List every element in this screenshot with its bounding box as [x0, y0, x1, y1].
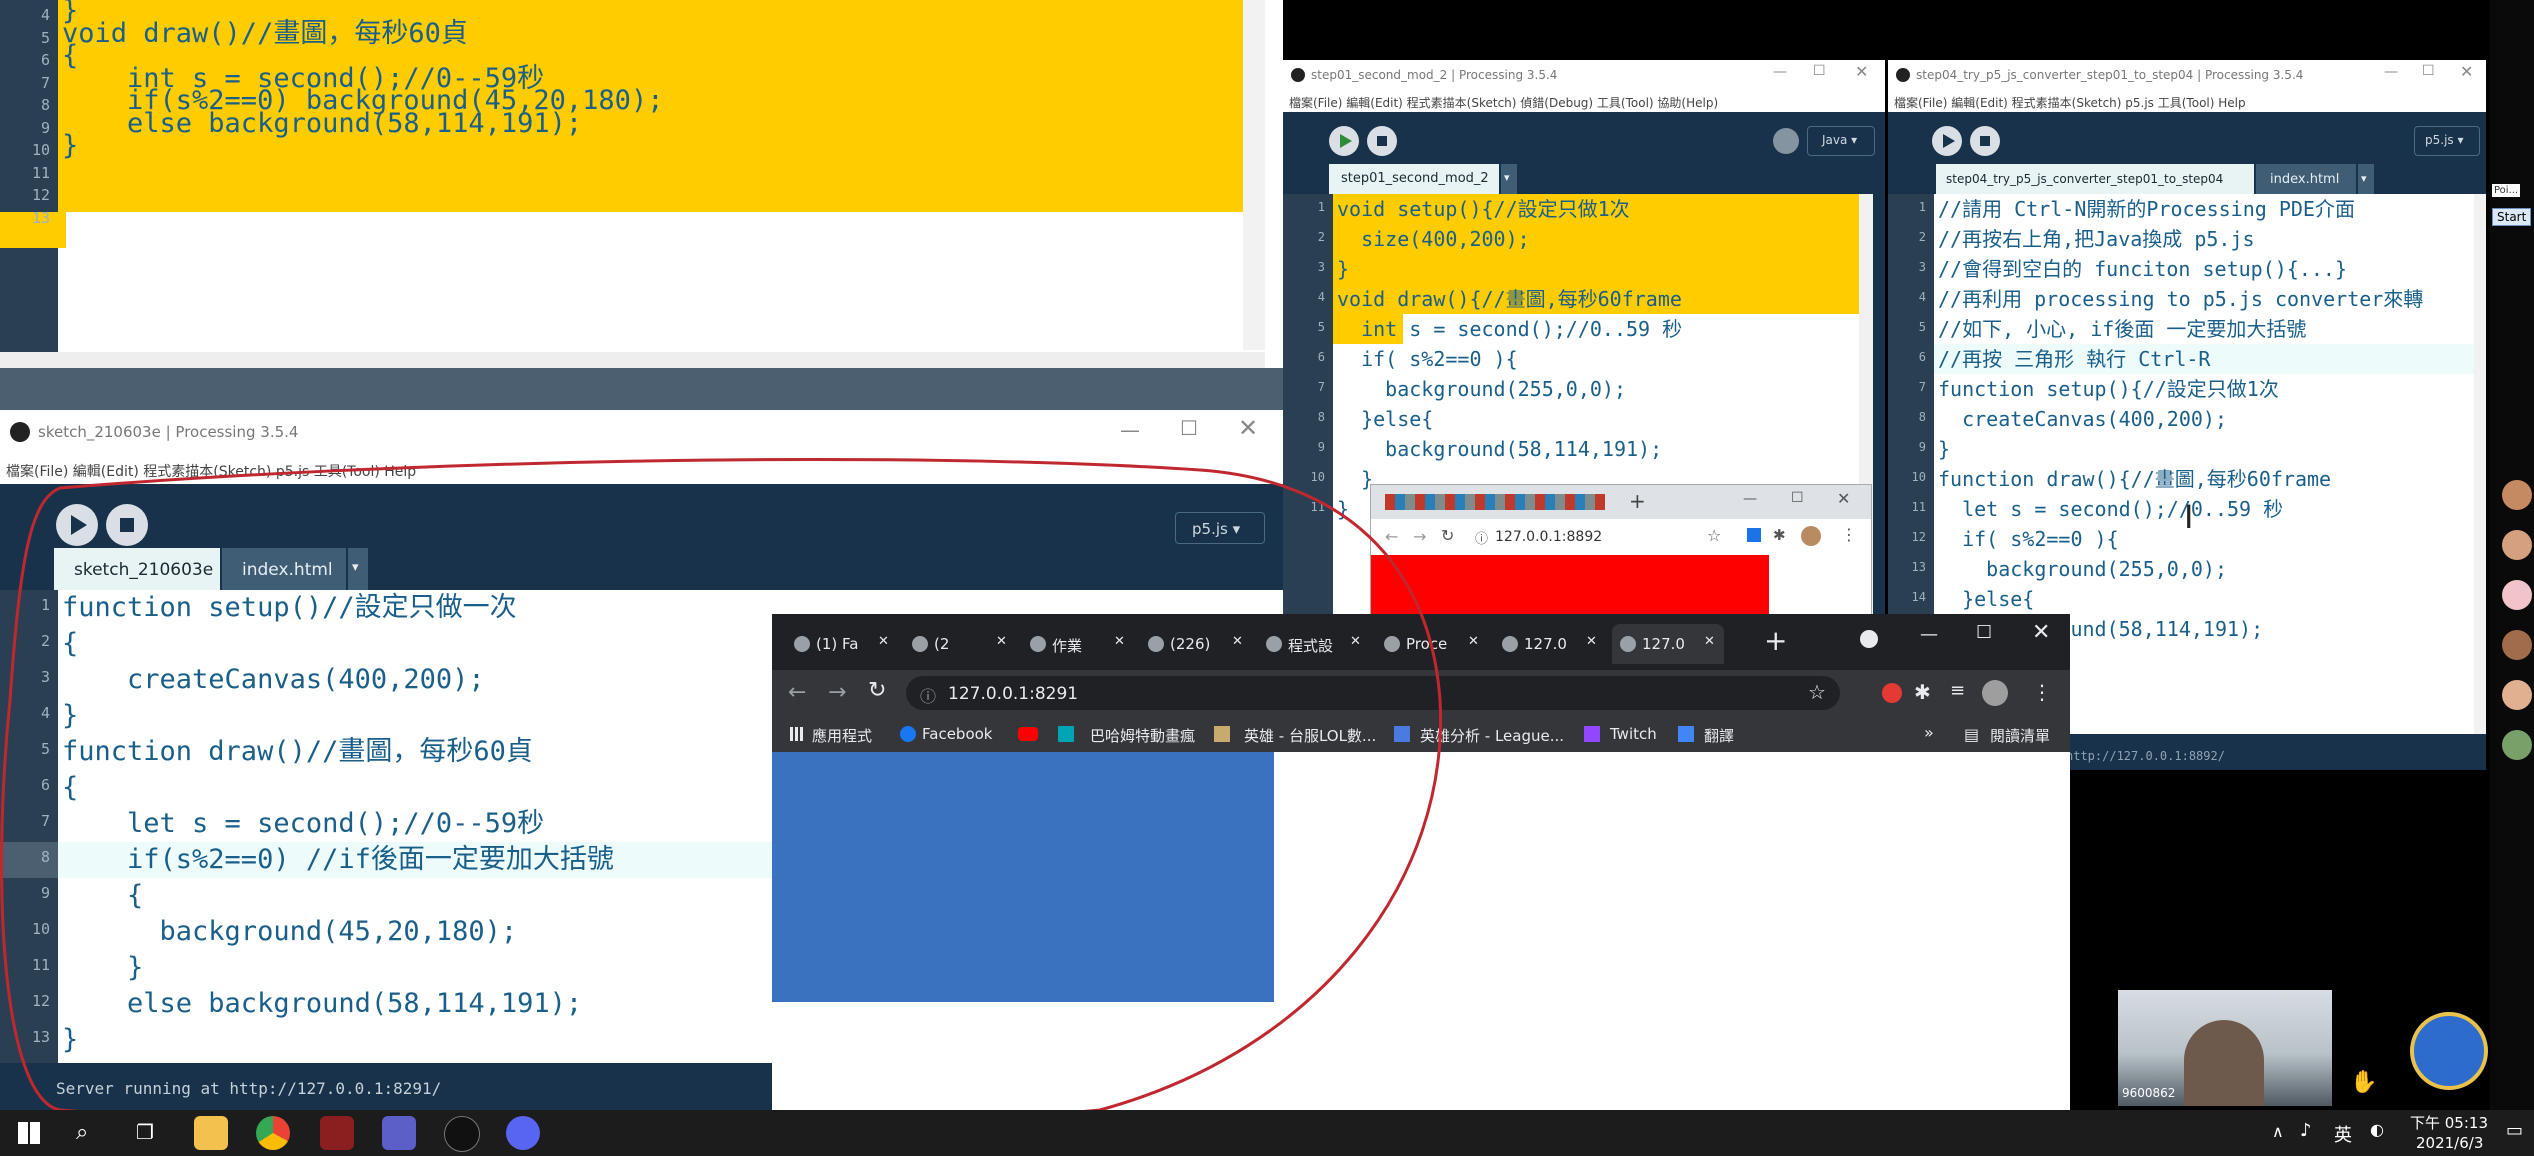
- participant-avatar[interactable]: [2502, 580, 2532, 610]
- participant-avatar[interactable]: [2502, 680, 2532, 710]
- participant-avatar[interactable]: [2502, 530, 2532, 560]
- task-view-icon[interactable]: ❐: [136, 1120, 154, 1144]
- ime-mode-icon[interactable]: ◐: [2370, 1120, 2384, 1139]
- participant-avatar[interactable]: [2502, 730, 2532, 760]
- ime-indicator[interactable]: 英: [2334, 1121, 2352, 1147]
- clock-time[interactable]: 下午 05:13: [2410, 1112, 2488, 1133]
- notification-icon[interactable]: ▭: [2506, 1120, 2523, 1141]
- volume-icon[interactable]: ♪: [2300, 1120, 2312, 1141]
- teams-icon[interactable]: [382, 1116, 416, 1150]
- taskbar: ⌕ ❐ ∧ ♪ 英 ◐ 下午 05:13 2021/6/3 ▭: [0, 1110, 2534, 1156]
- participant-avatar[interactable]: [2502, 480, 2532, 510]
- webcam-feed: 9600862: [2118, 990, 2332, 1106]
- discord-icon[interactable]: [506, 1116, 540, 1150]
- start-menu-icon[interactable]: [18, 1122, 40, 1144]
- file-explorer-icon[interactable]: [194, 1116, 228, 1150]
- start-button[interactable]: Start: [2492, 208, 2532, 226]
- zoom-panel: Poi... Start: [2490, 0, 2534, 1110]
- raise-hand-icon[interactable]: ✋: [2350, 1070, 2377, 1095]
- zoom-logo[interactable]: [2410, 1012, 2488, 1090]
- processing-icon[interactable]: [444, 1116, 480, 1152]
- app-icon-red[interactable]: [320, 1116, 354, 1150]
- chrome-icon[interactable]: [256, 1116, 290, 1150]
- participant-avatar[interactable]: [2502, 630, 2532, 660]
- webcam-label: 9600862: [2122, 1086, 2176, 1100]
- annotation-outline: [0, 458, 1443, 1131]
- zoom-tooltip: Poi...: [2492, 184, 2521, 197]
- tray-chevron-icon[interactable]: ∧: [2272, 1122, 2284, 1141]
- clock-date[interactable]: 2021/6/3: [2416, 1134, 2483, 1152]
- presenter-silhouette: [2184, 1020, 2264, 1106]
- search-icon[interactable]: ⌕: [76, 1120, 88, 1145]
